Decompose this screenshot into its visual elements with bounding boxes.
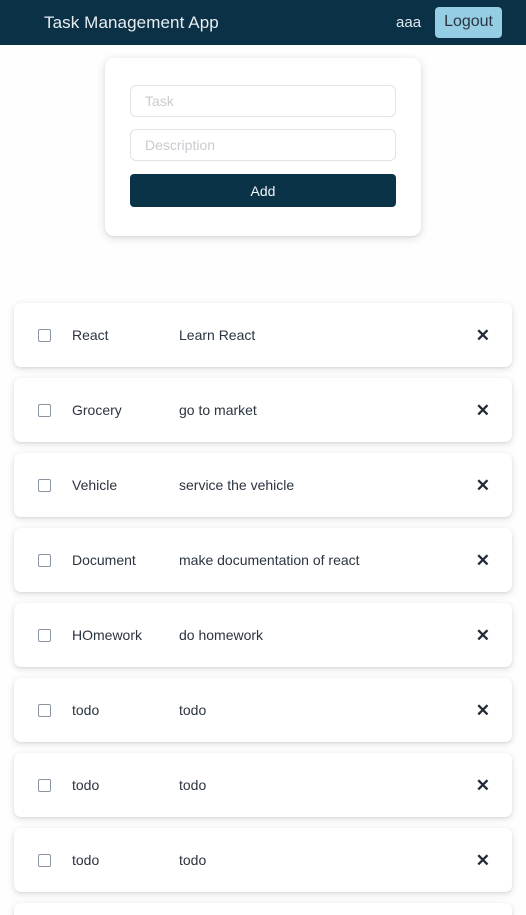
task-row: todo todo ✕ — [14, 753, 512, 817]
task-checkbox[interactable] — [38, 628, 51, 642]
task-checkbox[interactable] — [38, 703, 51, 717]
task-row: todo todo ✕ — [14, 828, 512, 892]
task-checkbox[interactable] — [38, 778, 51, 792]
delete-task-icon[interactable]: ✕ — [470, 473, 496, 498]
task-description: todo — [179, 852, 207, 868]
task-description: go to market — [179, 402, 257, 418]
task-name: todo — [72, 852, 100, 868]
task-description: Learn React — [179, 327, 256, 343]
task-checkbox[interactable] — [38, 853, 51, 867]
task-description: todo — [179, 777, 207, 793]
logout-button[interactable]: Logout — [435, 7, 502, 38]
task-row: Document make documentation of react ✕ — [14, 528, 512, 592]
task-name: Document — [72, 552, 136, 568]
task-checkbox[interactable] — [38, 328, 51, 342]
add-task-button[interactable]: Add — [130, 174, 396, 207]
task-checkbox[interactable] — [38, 478, 51, 492]
task-description: do homework — [179, 627, 264, 643]
task-description: service the vehicle — [179, 477, 295, 493]
task-name: todo — [72, 702, 100, 718]
delete-task-icon[interactable]: ✕ — [470, 848, 496, 873]
description-input[interactable] — [130, 129, 396, 161]
task-row: todo todo ✕ — [14, 678, 512, 742]
task-name: React — [72, 327, 109, 343]
task-row: Vehicle service the vehicle ✕ — [14, 453, 512, 517]
app-title: Task Management App — [44, 12, 219, 32]
task-row: React Learn React ✕ — [14, 303, 512, 367]
delete-task-icon[interactable]: ✕ — [470, 773, 496, 798]
task-checkbox[interactable] — [38, 403, 51, 417]
delete-task-icon[interactable]: ✕ — [470, 623, 496, 648]
delete-task-icon[interactable]: ✕ — [470, 548, 496, 573]
delete-task-icon[interactable]: ✕ — [470, 323, 496, 348]
task-name: todo — [72, 777, 100, 793]
task-description: todo — [179, 702, 207, 718]
username-label: aaa — [396, 14, 422, 31]
task-name: HOmework — [72, 627, 143, 643]
delete-task-icon[interactable]: ✕ — [470, 698, 496, 723]
task-name: Grocery — [72, 402, 122, 418]
app-header: Task Management App aaa Logout — [0, 0, 526, 45]
page-body: Add React Learn React ✕ Grocery go to market… — [0, 45, 526, 915]
add-task-form: Add — [105, 58, 421, 236]
task-name: Vehicle — [72, 477, 118, 493]
delete-task-icon[interactable]: ✕ — [470, 398, 496, 423]
task-row: todotodo✕ — [14, 903, 512, 915]
task-list: React Learn React ✕ Grocery go to market ✕ Veh… — [0, 303, 526, 915]
task-input[interactable] — [130, 85, 396, 117]
task-row: HOmework do homework ✕ — [14, 603, 512, 667]
task-row: Grocery go to market ✕ — [14, 378, 512, 442]
header-actions: aaa Logout — [396, 7, 502, 38]
task-checkbox[interactable] — [38, 553, 51, 567]
task-description: make documentation of react — [179, 552, 360, 568]
